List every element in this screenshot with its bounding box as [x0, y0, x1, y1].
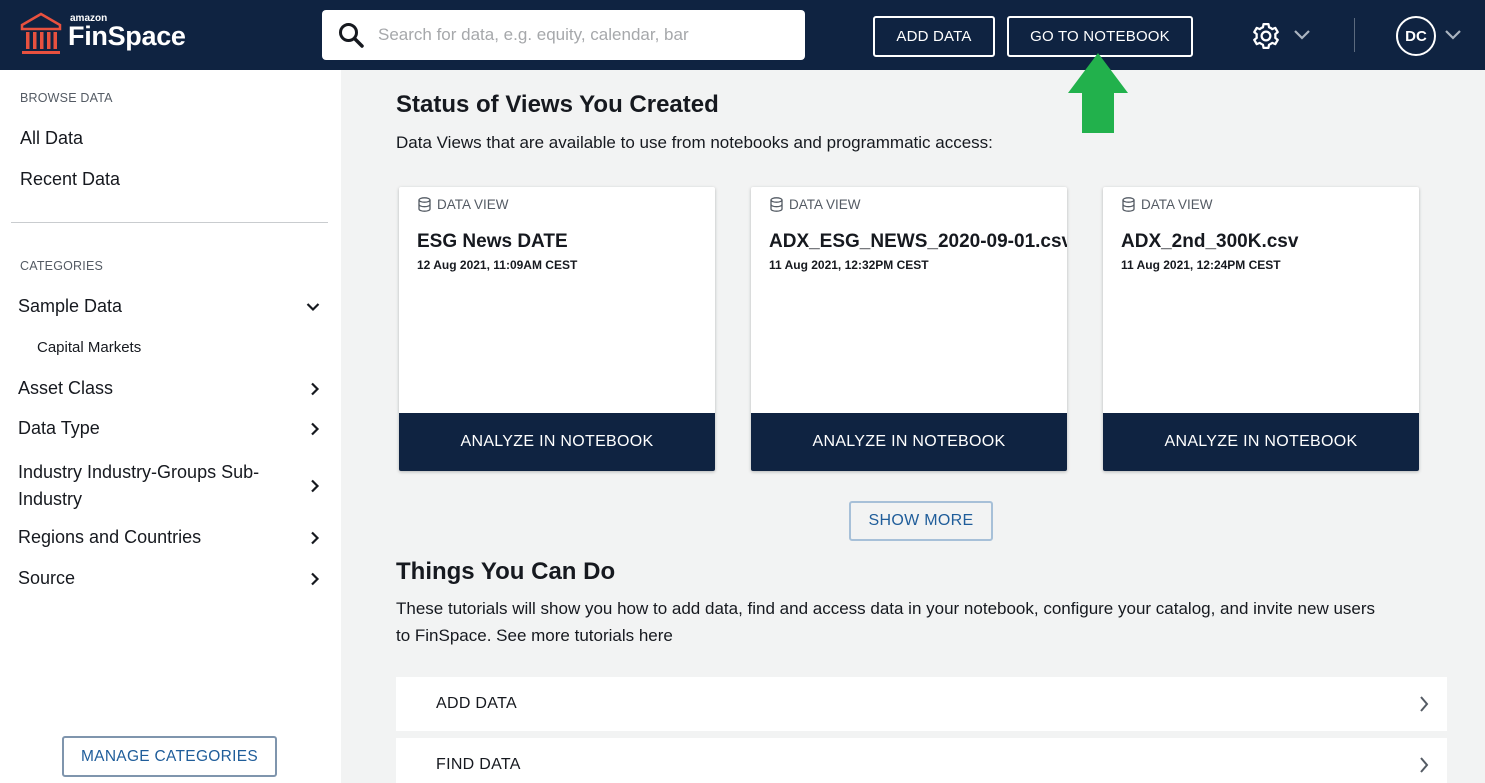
card-date: 11 Aug 2021, 12:32PM CEST	[769, 258, 929, 272]
category-capital-markets[interactable]: Capital Markets	[37, 339, 141, 356]
chevron-right-icon[interactable]	[310, 422, 320, 436]
analyze-in-notebook-button[interactable]: ANALYZE IN NOTEBOOK	[751, 413, 1067, 471]
card-kind-label: DATA VIEW	[437, 197, 509, 212]
sidebar-item-recent-data[interactable]: Recent Data	[20, 169, 120, 190]
data-view-card: DATA VIEW ADX_ESG_NEWS_2020-09-01.csv 11…	[751, 187, 1067, 471]
database-icon	[770, 197, 783, 212]
top-navigation-bar: amazon FinSpace ADD DATA GO TO NOTEBOOK …	[0, 0, 1485, 70]
data-view-card: DATA VIEW ESG News DATE 12 Aug 2021, 11:…	[399, 187, 715, 471]
category-label: Source	[18, 568, 76, 588]
chevron-right-icon[interactable]	[310, 382, 320, 396]
task-add-data[interactable]: ADD DATA	[396, 677, 1447, 731]
task-label: FIND DATA	[436, 756, 521, 773]
chevron-down-icon[interactable]	[1444, 28, 1462, 42]
logo-brand-text: FinSpace	[68, 21, 186, 51]
chevron-right-icon[interactable]	[310, 572, 320, 586]
chevron-right-icon[interactable]	[1419, 756, 1429, 774]
chevron-right-icon[interactable]	[310, 531, 320, 545]
data-view-card: DATA VIEW ADX_2nd_300K.csv 11 Aug 2021, …	[1103, 187, 1419, 471]
chevron-down-icon[interactable]	[1293, 28, 1311, 42]
user-avatar[interactable]: DC	[1396, 16, 1436, 56]
header-divider	[1354, 18, 1355, 52]
card-date: 12 Aug 2021, 11:09AM CEST	[417, 258, 578, 272]
sidebar-item-all-data[interactable]: All Data	[20, 128, 83, 149]
views-heading: Status of Views You Created	[396, 91, 719, 118]
category-asset-class[interactable]: Asset Class	[18, 378, 328, 400]
category-source[interactable]: Source	[18, 568, 328, 590]
analyze-in-notebook-button[interactable]: ANALYZE IN NOTEBOOK	[1103, 413, 1419, 471]
card-title[interactable]: ESG News DATE	[417, 231, 568, 253]
manage-categories-button[interactable]: MANAGE CATEGORIES	[62, 736, 277, 777]
sidebar: BROWSE DATA All Data Recent Data CATEGOR…	[0, 70, 341, 783]
database-icon	[1122, 197, 1135, 212]
finspace-logo[interactable]: amazon FinSpace	[20, 10, 200, 60]
card-title[interactable]: ADX_2nd_300K.csv	[1121, 231, 1298, 253]
search-icon[interactable]	[338, 22, 364, 48]
browse-data-label: BROWSE DATA	[20, 91, 113, 105]
things-description: These tutorials will show you how to add…	[396, 599, 1376, 645]
add-data-button[interactable]: ADD DATA	[873, 16, 995, 57]
category-label: Asset Class	[18, 378, 114, 398]
chevron-down-icon[interactable]	[306, 302, 320, 312]
gear-icon[interactable]	[1251, 21, 1281, 51]
views-description: Data Views that are available to use fro…	[396, 133, 993, 152]
card-date: 11 Aug 2021, 12:24PM CEST	[1121, 258, 1281, 272]
chevron-right-icon[interactable]	[1419, 695, 1429, 713]
sidebar-divider	[11, 222, 328, 223]
show-more-button[interactable]: SHOW MORE	[849, 501, 993, 541]
category-label: Data Type	[18, 418, 100, 438]
category-label: Industry Industry-Groups Sub-Industry	[18, 462, 260, 509]
category-label: Sample Data	[18, 296, 123, 316]
go-to-notebook-button[interactable]: GO TO NOTEBOOK	[1007, 16, 1193, 57]
category-regions-and-countries[interactable]: Regions and Countries	[18, 527, 328, 549]
green-up-arrow-icon	[1068, 53, 1128, 133]
database-icon	[418, 197, 431, 212]
category-industry[interactable]: Industry Industry-Groups Sub-Industry	[18, 459, 328, 513]
task-find-data[interactable]: FIND DATA	[396, 738, 1447, 783]
card-kind: DATA VIEW	[418, 197, 509, 212]
card-kind: DATA VIEW	[1122, 197, 1213, 212]
bank-building-icon	[20, 12, 62, 54]
card-kind-label: DATA VIEW	[1141, 197, 1213, 212]
search-box	[322, 10, 805, 60]
analyze-in-notebook-button[interactable]: ANALYZE IN NOTEBOOK	[399, 413, 715, 471]
categories-label: CATEGORIES	[20, 259, 104, 273]
task-label: ADD DATA	[436, 695, 517, 712]
things-heading: Things You Can Do	[396, 558, 616, 585]
card-kind: DATA VIEW	[770, 197, 861, 212]
category-label: Regions and Countries	[18, 527, 202, 547]
category-sample-data[interactable]: Sample Data	[18, 296, 328, 318]
search-input[interactable]	[378, 18, 788, 52]
card-kind-label: DATA VIEW	[789, 197, 861, 212]
card-title[interactable]: ADX_ESG_NEWS_2020-09-01.csv	[769, 231, 1067, 253]
chevron-right-icon[interactable]	[310, 479, 320, 493]
category-data-type[interactable]: Data Type	[18, 418, 328, 440]
